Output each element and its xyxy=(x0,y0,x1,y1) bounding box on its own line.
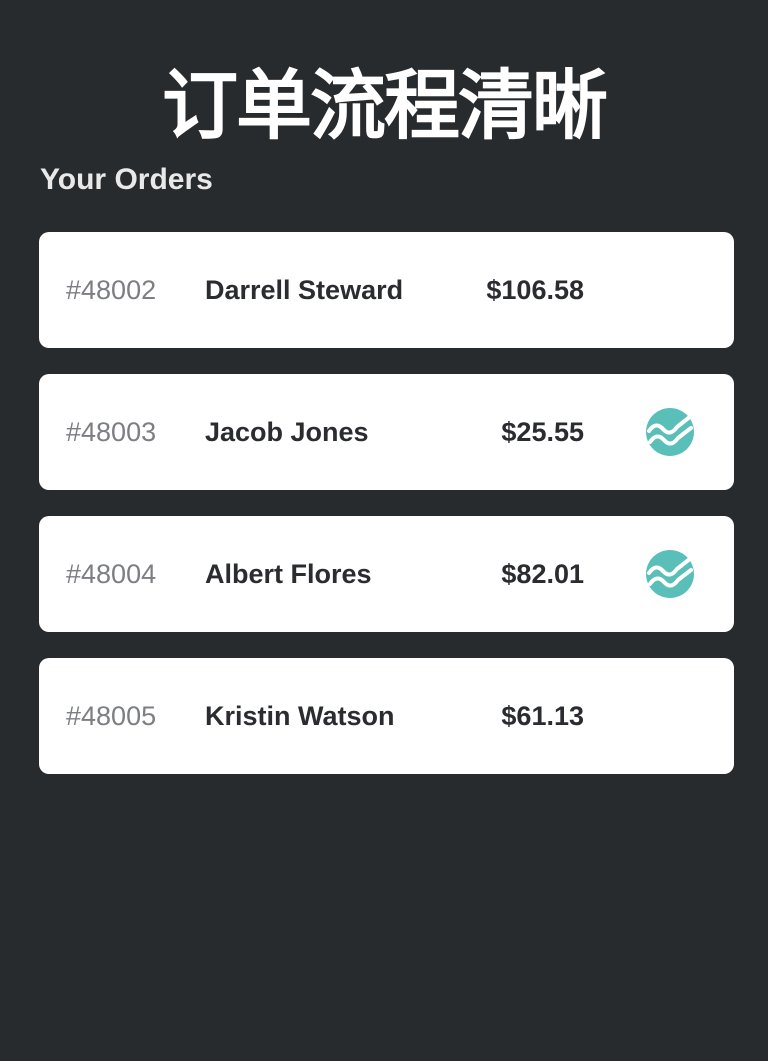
trend-wave-icon xyxy=(645,407,695,457)
order-id: #48004 xyxy=(66,559,157,589)
order-row[interactable]: #48003 Jacob Jones $25.55 xyxy=(39,374,734,490)
order-id: #48003 xyxy=(66,417,157,447)
customer-name: Jacob Jones xyxy=(205,417,369,447)
customer-name: Darrell Steward xyxy=(205,275,404,305)
order-row[interactable]: #48005 Kristin Watson $61.13 xyxy=(39,658,734,774)
order-row[interactable]: #48004 Albert Flores $82.01 xyxy=(39,516,734,632)
order-amount: $82.01 xyxy=(501,559,584,589)
page-title: Your Orders xyxy=(40,163,213,196)
customer-name: Kristin Watson xyxy=(205,701,395,731)
orders-list: #48002 Darrell Steward $106.58 #48003 Ja… xyxy=(39,232,734,800)
order-amount: $61.13 xyxy=(501,701,584,731)
order-row[interactable]: #48002 Darrell Steward $106.58 xyxy=(39,232,734,348)
order-id: #48005 xyxy=(66,701,157,731)
order-amount: $106.58 xyxy=(486,275,584,305)
order-id: #48002 xyxy=(66,275,157,305)
customer-name: Albert Flores xyxy=(205,559,372,589)
order-amount: $25.55 xyxy=(501,417,584,447)
banner-heading: 订单流程清晰 xyxy=(162,61,608,150)
trend-wave-icon xyxy=(645,549,695,599)
